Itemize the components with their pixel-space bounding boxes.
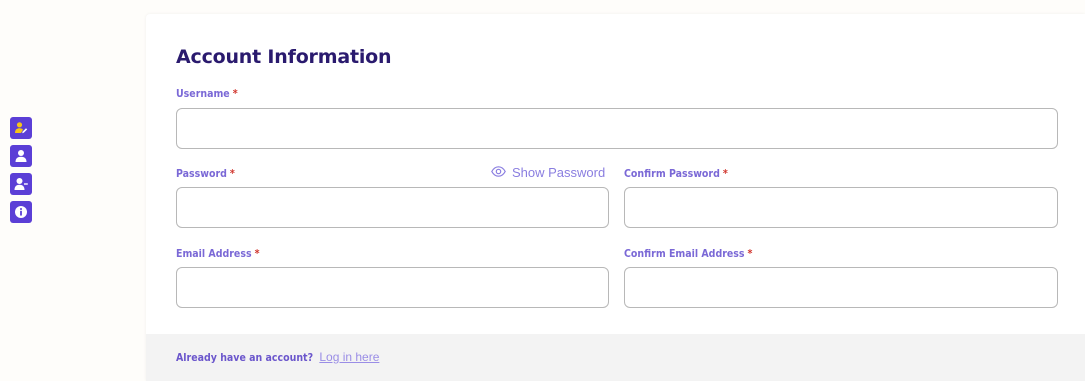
- login-prompt-text: Already have an account?: [176, 352, 314, 364]
- username-input[interactable]: [176, 108, 1058, 149]
- user-minus-icon: [14, 177, 28, 191]
- required-marker: *: [254, 248, 260, 260]
- account-form-card: Account Information Username * Password * …: [146, 14, 1085, 381]
- info-icon: [14, 205, 28, 219]
- profile-button[interactable]: [10, 145, 32, 167]
- username-label: Username *: [176, 88, 238, 100]
- login-prompt: Already have an account? Log in here: [176, 350, 379, 364]
- card-footer: Already have an account? Log in here: [146, 334, 1085, 381]
- email-input[interactable]: [176, 267, 609, 308]
- email-label: Email Address *: [176, 248, 260, 260]
- remove-user-button[interactable]: [10, 173, 32, 195]
- confirm-password-label: Confirm Password *: [624, 168, 728, 180]
- section-title: Account Information: [176, 46, 392, 68]
- edit-profile-button[interactable]: [10, 117, 32, 139]
- user-icon: [14, 149, 28, 163]
- side-toolbar: [10, 117, 32, 229]
- confirm-email-label: Confirm Email Address *: [624, 248, 753, 260]
- required-marker: *: [722, 168, 728, 180]
- user-edit-icon: [14, 121, 28, 135]
- login-link[interactable]: Log in here: [319, 350, 379, 364]
- required-marker: *: [229, 168, 235, 180]
- password-input[interactable]: [176, 187, 609, 228]
- show-password-label: Show Password: [512, 165, 606, 180]
- password-label: Password *: [176, 168, 235, 180]
- show-password-toggle[interactable]: Show Password: [491, 165, 605, 180]
- info-button[interactable]: [10, 201, 32, 223]
- confirm-email-input[interactable]: [624, 267, 1058, 308]
- required-marker: *: [747, 248, 753, 260]
- required-marker: *: [232, 88, 238, 100]
- eye-icon: [491, 165, 506, 180]
- confirm-password-input[interactable]: [624, 187, 1058, 228]
